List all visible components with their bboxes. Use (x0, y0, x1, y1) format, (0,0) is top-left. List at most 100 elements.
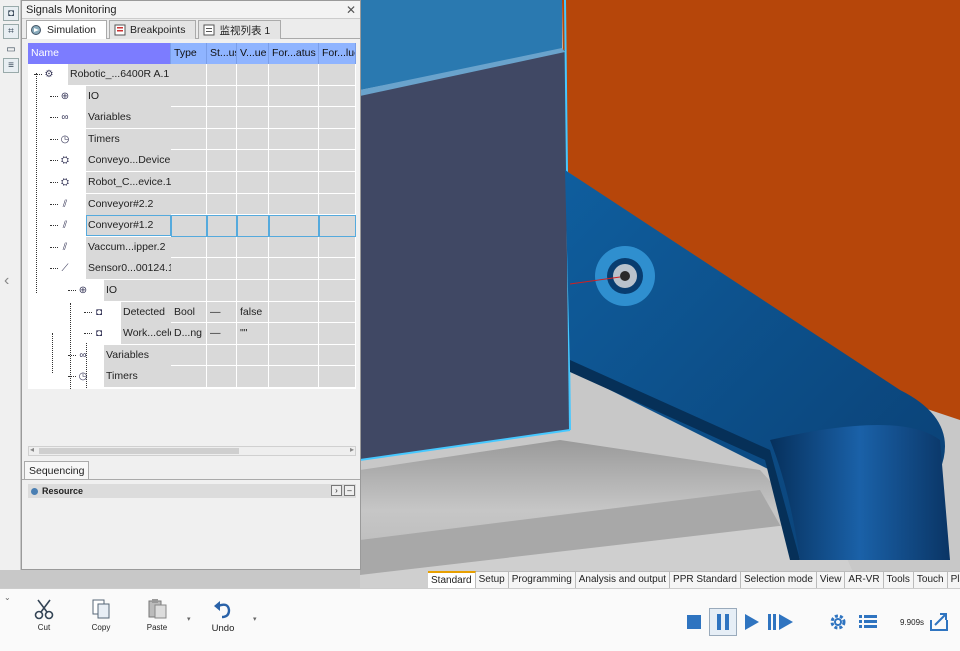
gripper-icon: ⫽ (62, 241, 68, 253)
expand-icon[interactable]: › (331, 485, 342, 496)
table-cell (269, 85, 319, 108)
row-name: Variables (104, 344, 171, 366)
table-cell (237, 107, 269, 129)
tab-standard[interactable]: Standard (428, 571, 476, 588)
tab-touch[interactable]: Touch (913, 571, 948, 588)
table-cell (319, 301, 356, 324)
table-cell (319, 128, 356, 151)
table-cell (171, 215, 207, 237)
signals-monitoring-panel: Signals Monitoring ✕ Simulation Breakpoi… (21, 0, 361, 570)
table-row[interactable]: ⊕ IO (28, 280, 356, 302)
export-button[interactable] (928, 611, 950, 633)
conveyor-device-icon: ⛭ (61, 155, 69, 167)
list-button[interactable] (857, 611, 879, 633)
horizontal-scrollbar[interactable]: ◂ ▸ (28, 445, 356, 456)
table-row[interactable]: ⛭ Conveyo...Device.1 (28, 150, 356, 172)
table-cell: "" (237, 323, 269, 345)
table-row[interactable]: ⛭ Robot_C...evice.1 (28, 172, 356, 194)
table-row[interactable]: ◷ Timers (28, 366, 356, 388)
table-row[interactable]: ∞ Variables (28, 107, 356, 129)
tab-watchlist-label: 监视列表 1 (219, 24, 271, 37)
tab-ppr-standard[interactable]: PPR Standard (670, 571, 741, 588)
table-cell (237, 366, 269, 388)
table-cell (207, 150, 237, 172)
io-icon: ⊕ (78, 285, 88, 296)
tab-setup[interactable]: Setup (475, 571, 509, 588)
step-forward-button[interactable] (767, 611, 795, 633)
panel-tabs: Simulation Breakpoints 监视列表 1 (22, 19, 360, 39)
play-icon (745, 614, 759, 630)
copy-label: Copy (91, 623, 111, 632)
table-cell (269, 280, 319, 302)
table-row[interactable]: ⫽ Conveyor#2.2 (28, 193, 356, 216)
table-cell (269, 366, 319, 388)
tab-programming[interactable]: Programming (508, 571, 576, 588)
tab-ar-vr[interactable]: AR-VR (845, 571, 884, 588)
paste-button[interactable]: Paste (137, 595, 177, 643)
paste-icon (148, 599, 167, 619)
play-button[interactable] (741, 611, 763, 633)
tab-sequencing[interactable]: Sequencing (24, 461, 90, 479)
tab-simulation[interactable]: Simulation (26, 20, 108, 39)
camera-icon[interactable]: ◘ (3, 6, 19, 21)
stop-button[interactable] (683, 611, 705, 633)
cut-label: Cut (37, 623, 51, 632)
column-header-status[interactable]: St...us (207, 43, 237, 64)
settings-button[interactable] (827, 611, 849, 633)
table-row[interactable]: ⫽ Vaccum...ipper.2 (28, 236, 356, 259)
tab-analysis-and-output[interactable]: Analysis and output (575, 571, 671, 588)
table-cell: Bool (171, 301, 207, 324)
chevron-left-icon[interactable]: ‹ (4, 272, 9, 290)
io-icon: ⊕ (60, 90, 70, 102)
table-row[interactable]: ◘ Detected Bool — false (28, 301, 356, 324)
sensor-icon: ⟋ (61, 263, 69, 275)
tab-view[interactable]: View (816, 571, 846, 588)
row-name: Timers (104, 366, 171, 388)
row-name: Robotic_...6400R A.1 (68, 64, 171, 85)
column-header-value[interactable]: V...ue (237, 43, 269, 64)
table-cell (269, 172, 319, 194)
copy-button[interactable]: Copy (81, 595, 121, 643)
table-row[interactable]: ⫽ Conveyor#1.2 (28, 215, 356, 237)
pause-button[interactable] (709, 608, 737, 636)
table-cell (269, 150, 319, 172)
tab-selection-mode[interactable]: Selection mode (740, 571, 817, 588)
table-row[interactable]: ⊕ IO (28, 85, 356, 108)
table-cell (269, 64, 319, 86)
close-icon[interactable]: ✕ (346, 1, 356, 19)
tab-tools[interactable]: Tools (883, 571, 914, 588)
table-row[interactable]: ◘ Work...celd D...ng — "" (28, 323, 356, 345)
table-cell (269, 128, 319, 151)
tab-breakpoints[interactable]: Breakpoints (109, 20, 197, 39)
select-tool-icon[interactable]: ⌗ (3, 24, 19, 39)
table-cell (319, 366, 356, 388)
undo-button[interactable]: Undo (203, 595, 243, 643)
row-name: IO (104, 280, 171, 301)
column-header-name[interactable]: Name (28, 43, 171, 64)
table-cell (207, 128, 237, 151)
table-cell (171, 128, 207, 151)
tab-player[interactable]: Player (947, 571, 960, 588)
column-header-type[interactable]: Type (171, 43, 207, 64)
variables-icon: ∞ (61, 112, 69, 124)
paste-dropdown-icon[interactable]: ▾ (187, 615, 191, 623)
table-cell (319, 280, 356, 302)
row-name: Vaccum...ipper.2 (86, 236, 171, 258)
signals-icon[interactable]: ≡ (3, 58, 19, 73)
table-row[interactable]: ⚙ Robotic_...6400R A.1 (28, 64, 356, 86)
cut-button[interactable]: Cut (24, 595, 64, 643)
table-row[interactable]: ◷ Timers (28, 128, 356, 151)
column-header-forced-status[interactable]: For...atus (269, 43, 319, 64)
watchlist-icon (203, 24, 215, 36)
folder-icon[interactable]: ▭ (3, 42, 19, 57)
table-cell: — (207, 323, 237, 345)
column-header-forced-value[interactable]: For...lue (319, 43, 356, 64)
tab-watchlist[interactable]: 监视列表 1 (198, 20, 282, 39)
undo-dropdown-icon[interactable]: ▾ (253, 615, 257, 623)
table-row[interactable]: ⟋ Sensor0...00124.1 (28, 258, 356, 280)
minimize-icon[interactable]: – (344, 485, 355, 496)
chevron-down-icon[interactable]: ⌄ (4, 593, 11, 602)
resource-row[interactable]: Resource › – (28, 484, 356, 498)
table-row[interactable]: ∞ Variables (28, 344, 356, 367)
table-cell (237, 85, 269, 108)
